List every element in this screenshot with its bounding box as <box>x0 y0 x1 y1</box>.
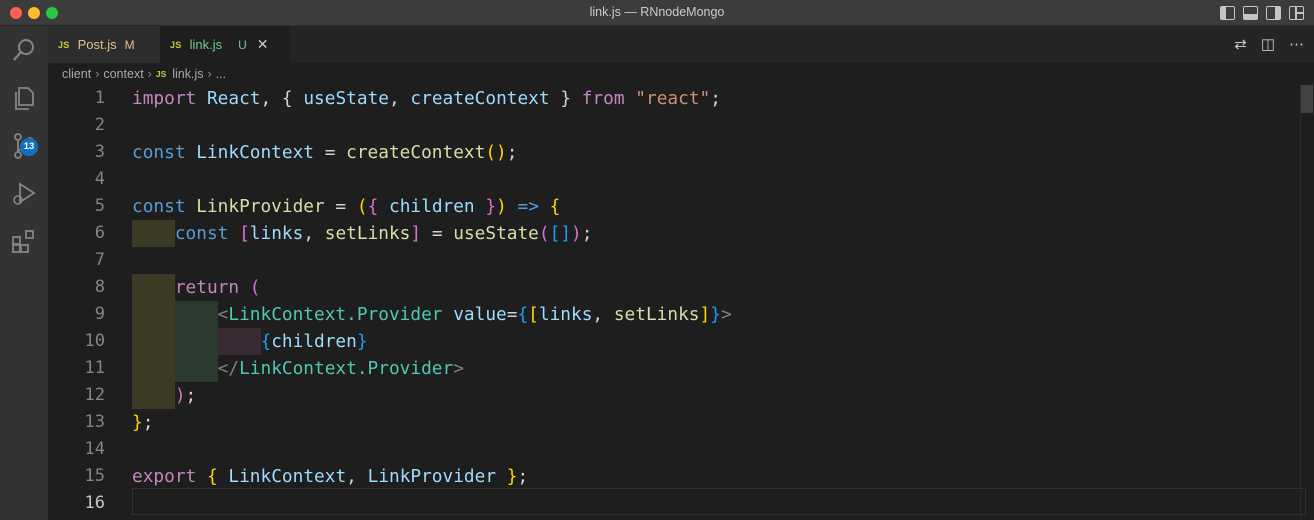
line-number: 14 <box>84 439 105 459</box>
code-line-8: return ( <box>174 277 261 298</box>
code-line-10: {children} <box>260 331 368 352</box>
breadcrumb: client › context › JS link.js › ... <box>48 63 1314 85</box>
tab-post-js[interactable]: JS Post.js M <box>48 26 160 63</box>
tab-untracked-status: U <box>238 37 247 52</box>
chevron-right-icon: › <box>147 67 152 81</box>
code-line-3: const LinkContext = createContext(); <box>132 142 518 163</box>
breadcrumb-item-symbols[interactable]: ... <box>216 67 226 81</box>
toggle-panel-icon[interactable] <box>1243 6 1258 20</box>
line-number: 1 <box>94 88 105 108</box>
js-file-icon: JS <box>155 69 167 79</box>
vertical-scrollbar[interactable] <box>1300 85 1314 520</box>
code-line-6: const [links, setLinks] = useState([]); <box>174 223 593 244</box>
toggle-secondary-sidebar-icon[interactable] <box>1266 6 1281 20</box>
files-icon[interactable] <box>8 82 40 114</box>
code-editor[interactable]: 1 2 3 4 5 6 7 8 9 10 11 12 13 14 15 16 import React, { … <box>48 85 1314 520</box>
code-line-15: export { LinkContext, LinkProvider }; <box>132 466 529 487</box>
line-number: 16 <box>84 493 105 513</box>
tab-link-js[interactable]: JS link.js U ✕ <box>160 26 290 63</box>
line-number: 12 <box>84 385 105 405</box>
code-line-13: }; <box>132 412 154 433</box>
code-line-11: </LinkContext.Provider> <box>217 358 464 379</box>
split-editor-icon[interactable]: ◫ <box>1261 37 1275 52</box>
customize-layout-icon[interactable] <box>1289 6 1304 20</box>
js-file-icon: JS <box>58 39 70 50</box>
breadcrumb-item-file[interactable]: link.js <box>172 67 203 81</box>
line-number: 4 <box>94 169 105 189</box>
search-icon[interactable] <box>8 34 40 66</box>
line-number: 3 <box>94 142 105 162</box>
line-number: 7 <box>94 250 105 270</box>
js-file-icon: JS <box>170 39 182 50</box>
extensions-icon[interactable] <box>8 226 40 258</box>
line-number: 15 <box>84 466 105 486</box>
line-number: 11 <box>84 358 105 378</box>
run-debug-icon[interactable] <box>8 178 40 210</box>
code-line-1: import React, { useState, createContext … <box>132 88 721 109</box>
layout-controls <box>1220 6 1304 20</box>
breadcrumb-item-context[interactable]: context <box>103 67 143 81</box>
code-line-12: ); <box>174 385 197 406</box>
editor-tabs-bar: JS Post.js M JS link.js U ✕ ⇄ ◫ ⋯ <box>48 26 1314 63</box>
tab-label: Post.js <box>77 37 117 52</box>
title-bar: link.js — RNnodeMongo <box>0 0 1314 26</box>
current-line-highlight <box>132 488 1306 515</box>
line-number: 9 <box>94 304 105 324</box>
code-line-5: const LinkProvider = ({ children }) => { <box>132 196 561 217</box>
open-changes-icon[interactable]: ⇄ <box>1234 37 1247 52</box>
editor-actions: ⇄ ◫ ⋯ <box>1234 37 1304 52</box>
window-title: link.js — RNnodeMongo <box>589 5 725 19</box>
chevron-right-icon: › <box>95 67 100 81</box>
line-number: 2 <box>94 115 105 135</box>
line-number: 8 <box>94 277 105 297</box>
line-number: 10 <box>84 331 105 351</box>
line-number: 13 <box>84 412 105 432</box>
code-line-9: <LinkContext.Provider value={[links, set… <box>217 304 732 325</box>
line-number: 5 <box>94 196 105 216</box>
scrollbar-thumb[interactable] <box>1301 85 1313 113</box>
chevron-right-icon: › <box>207 67 212 81</box>
source-control-badge: 13 <box>20 138 38 156</box>
more-actions-icon[interactable]: ⋯ <box>1289 37 1304 52</box>
toggle-primary-sidebar-icon[interactable] <box>1220 6 1235 20</box>
line-number: 6 <box>94 223 105 243</box>
activity-bar: 13 <box>0 26 48 520</box>
close-icon[interactable]: ✕ <box>257 36 269 53</box>
tab-label: link.js <box>189 37 223 52</box>
breadcrumb-item-client[interactable]: client <box>62 67 91 81</box>
tab-modified-status: M <box>124 37 135 52</box>
